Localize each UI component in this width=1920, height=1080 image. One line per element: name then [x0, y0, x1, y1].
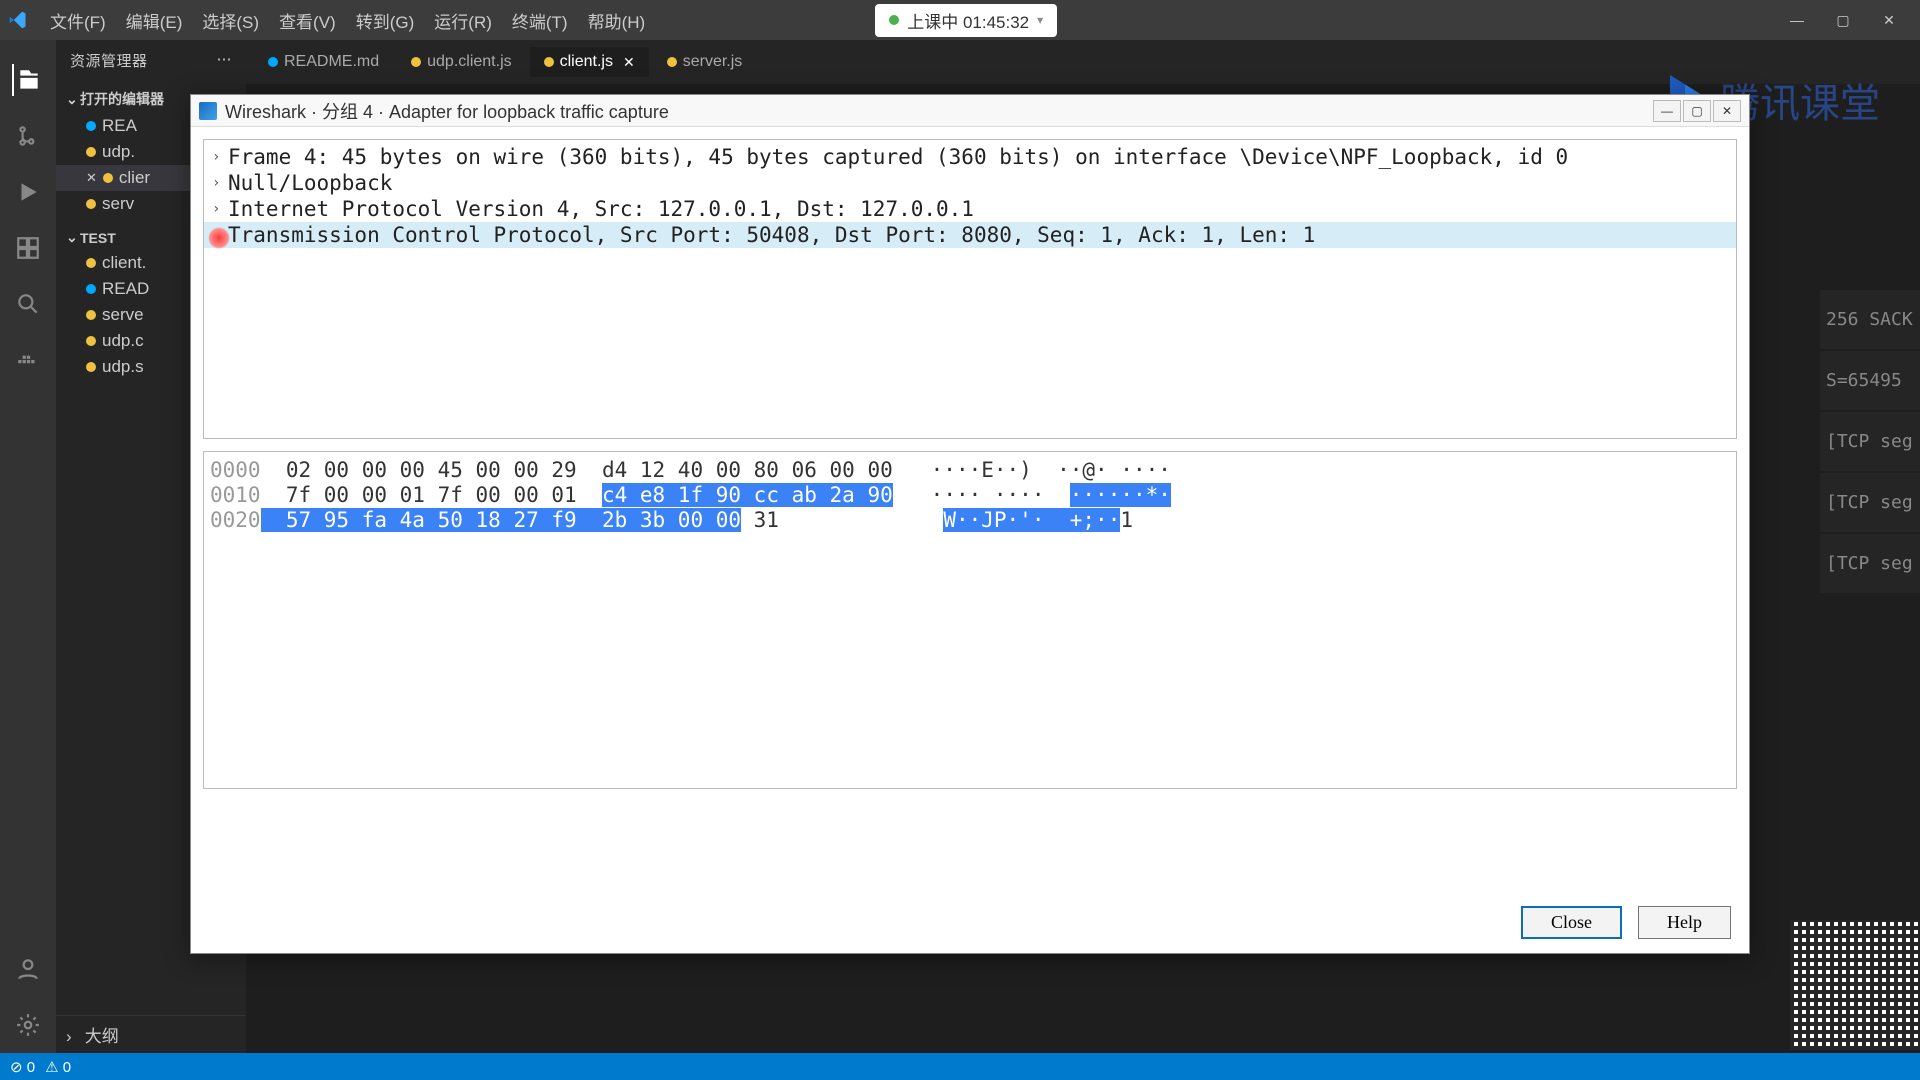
outline-section[interactable]: › 大纲 [56, 1015, 246, 1053]
window-close[interactable]: ✕ [1866, 4, 1912, 36]
vscode-logo-icon [8, 10, 28, 30]
chevron-right-icon: › [212, 175, 228, 191]
menu-run[interactable]: 运行(R) [424, 8, 502, 33]
tab-udp-client[interactable]: udp.client.js [397, 47, 526, 77]
window-maximize[interactable]: ▢ [1820, 4, 1866, 36]
chevron-right-icon: › [66, 1027, 80, 1047]
more-icon[interactable]: ⋯ [217, 50, 233, 71]
menu-edit[interactable]: 编辑(E) [116, 8, 193, 33]
chevron-down-icon: ⌄ [66, 91, 80, 108]
menu-terminal[interactable]: 终端(T) [502, 8, 578, 33]
chevron-down-icon: ▾ [1037, 13, 1043, 27]
tree-row[interactable]: ›Frame 4: 45 bytes on wire (360 bits), 4… [204, 144, 1736, 170]
status-errors[interactable]: ⊘ 0 [10, 1058, 35, 1076]
dialog-maximize[interactable]: ▢ [1683, 100, 1711, 122]
close-button[interactable]: Close [1521, 906, 1622, 939]
tree-row-tcp[interactable]: ›Transmission Control Protocol, Src Port… [204, 222, 1736, 248]
menu-bar: 文件(F) 编辑(E) 选择(S) 查看(V) 转到(G) 运行(R) 终端(T… [0, 0, 1920, 40]
dialog-button-row: Close Help [1521, 906, 1731, 939]
hex-row: 0010 7f 00 00 01 7f 00 00 01 c4 e8 1f 90… [210, 483, 1730, 508]
status-label: 上课中 01:45:32 [907, 8, 1029, 33]
sidebar-title: 资源管理器 ⋯ [56, 40, 246, 81]
activity-bar [0, 40, 56, 1053]
packet-tree-pane[interactable]: ›Frame 4: 45 bytes on wire (360 bits), 4… [203, 139, 1737, 439]
wireshark-dialog: Wireshark · 分组 4 · Adapter for loopback … [190, 94, 1750, 954]
menu-goto[interactable]: 转到(G) [346, 8, 425, 33]
help-button[interactable]: Help [1638, 906, 1731, 939]
dialog-title: Wireshark · 分组 4 · Adapter for loopback … [225, 98, 669, 124]
chevron-down-icon: ⌄ [66, 229, 80, 246]
menu-view[interactable]: 查看(V) [269, 8, 346, 33]
hex-row: 0020 57 95 fa 4a 50 18 27 f9 2b 3b 00 00… [210, 508, 1730, 533]
status-dot-icon [889, 15, 899, 25]
background-code-fragments: 256 SACK S=65495 [TCP seg [TCP seg [TCP … [1820, 290, 1920, 595]
hex-row: 0000 02 00 00 00 45 00 00 29 d4 12 40 00… [210, 458, 1730, 483]
source-control-icon[interactable] [12, 120, 44, 152]
close-icon[interactable]: ✕ [623, 54, 635, 71]
docker-icon[interactable] [12, 344, 44, 376]
tab-server[interactable]: server.js [653, 47, 757, 77]
qr-code [1790, 920, 1920, 1050]
close-icon[interactable]: ✕ [86, 170, 97, 186]
window-minimize[interactable]: — [1774, 4, 1820, 36]
status-warnings[interactable]: ⚠ 0 [45, 1058, 71, 1076]
tree-row[interactable]: ›Internet Protocol Version 4, Src: 127.0… [204, 196, 1736, 222]
dialog-close[interactable]: ✕ [1713, 100, 1741, 122]
settings-icon[interactable] [12, 1009, 44, 1041]
tree-row[interactable]: ›Null/Loopback [204, 170, 1736, 196]
wireshark-icon [199, 102, 217, 120]
run-debug-icon[interactable] [12, 176, 44, 208]
menu-help[interactable]: 帮助(H) [578, 8, 656, 33]
account-icon[interactable] [12, 953, 44, 985]
dialog-title-bar[interactable]: Wireshark · 分组 4 · Adapter for loopback … [191, 95, 1749, 127]
status-bar: ⊘ 0 ⚠ 0 [0, 1053, 1920, 1080]
menu-file[interactable]: 文件(F) [40, 8, 116, 33]
tab-readme[interactable]: README.md [254, 47, 393, 77]
extensions-icon[interactable] [12, 232, 44, 264]
window-controls: — ▢ ✕ [1774, 4, 1912, 36]
explorer-icon[interactable] [12, 64, 44, 96]
chevron-right-icon: › [212, 149, 228, 165]
hex-dump-pane[interactable]: 0000 02 00 00 00 45 00 00 29 d4 12 40 00… [203, 451, 1737, 789]
tab-client[interactable]: client.js✕ [530, 47, 649, 77]
dialog-minimize[interactable]: — [1653, 100, 1681, 122]
search-icon[interactable] [12, 288, 44, 320]
recording-status[interactable]: 上课中 01:45:32 ▾ [875, 4, 1057, 37]
chevron-right-icon: › [212, 201, 228, 217]
menu-select[interactable]: 选择(S) [192, 8, 269, 33]
cursor-highlight-icon: › [212, 227, 228, 243]
